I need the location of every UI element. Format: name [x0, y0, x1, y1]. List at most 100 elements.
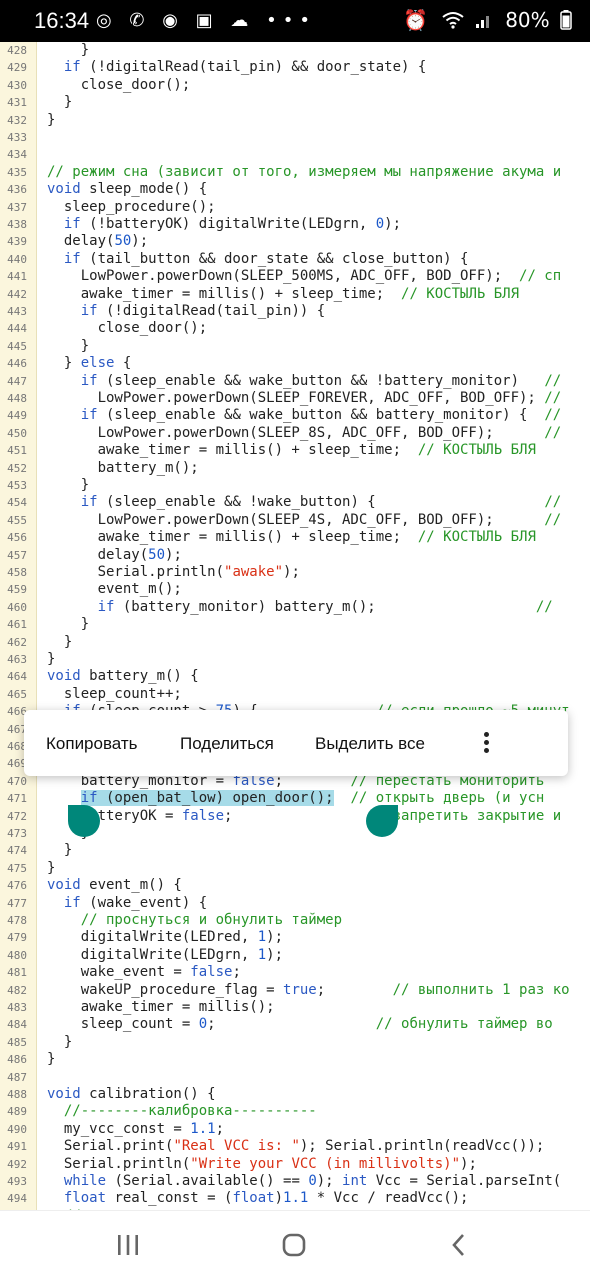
code-line[interactable]: 444 close_door();: [0, 320, 590, 337]
code-text: }: [47, 338, 89, 355]
code-line[interactable]: 434: [0, 146, 590, 163]
code-line[interactable]: 437 sleep_procedure();: [0, 199, 590, 216]
code-line[interactable]: 474 }: [0, 842, 590, 859]
code-line[interactable]: 487: [0, 1069, 590, 1086]
share-button[interactable]: Поделиться: [180, 734, 274, 754]
code-line[interactable]: 460 if (battery_monitor) battery_m(); //: [0, 599, 590, 616]
code-line[interactable]: 492 Serial.println("Write your VCC (in m…: [0, 1156, 590, 1173]
code-line[interactable]: 431 }: [0, 94, 590, 111]
code-line[interactable]: 438 if (!batteryOK) digitalWrite(LEDgrn,…: [0, 216, 590, 233]
code-line[interactable]: 445 }: [0, 338, 590, 355]
code-line[interactable]: 484 sleep_count = 0; // обнулить таймер …: [0, 1016, 590, 1033]
code-text: awake_timer = millis();: [47, 999, 275, 1016]
line-number: 428: [7, 44, 27, 57]
code-text: if (!batteryOK) digitalWrite(LEDgrn, 0);: [47, 216, 401, 233]
line-number: 484: [7, 1018, 27, 1032]
code-line[interactable]: 482 wakeUP_procedure_flag = true; // вып…: [0, 982, 590, 999]
code-line[interactable]: 464 void battery_m() {: [0, 668, 590, 685]
code-text: while (Serial.available() == 0); int Vcc…: [47, 1173, 561, 1190]
recents-icon[interactable]: [108, 1231, 148, 1261]
code-text: }: [47, 860, 55, 877]
line-number: 485: [7, 1035, 27, 1049]
code-text: }: [47, 616, 89, 633]
code-line[interactable]: 493 while (Serial.available() == 0); int…: [0, 1173, 590, 1190]
select-all-button[interactable]: Выделить все: [315, 734, 425, 754]
code-token: 50: [148, 546, 166, 563]
copy-button[interactable]: Копировать: [46, 734, 138, 754]
code-line[interactable]: 432}: [0, 112, 590, 129]
battery-percent: 80%: [505, 8, 550, 32]
code-line[interactable]: 481 wake_event = false;: [0, 964, 590, 981]
line-number: 433: [7, 131, 27, 144]
code-line[interactable]: 435 // режим сна (зависит от того, измеря…: [0, 164, 590, 181]
code-line[interactable]: 449 if (sleep_enable && wake_button && b…: [0, 407, 590, 424]
selected-code-token: if: [80, 790, 98, 807]
code-line[interactable]: 448 LowPower.powerDown(SLEEP_FOREVER, AD…: [0, 390, 590, 407]
code-line[interactable]: 479 digitalWrite(LEDred, 1);: [0, 929, 590, 946]
code-line[interactable]: 430 close_door();: [0, 77, 590, 94]
code-line[interactable]: 452 battery_m();: [0, 460, 590, 477]
code-token: //--------калибровка----------: [63, 1103, 317, 1120]
code-line[interactable]: 441 LowPower.powerDown(SLEEP_500MS, ADC_…: [0, 268, 590, 285]
code-line[interactable]: 485 }: [0, 1034, 590, 1051]
code-line[interactable]: 429 if (!digitalRead(tail_pin) && door_s…: [0, 59, 590, 76]
code-line[interactable]: 439 delay(50);: [0, 233, 590, 250]
code-line[interactable]: 486}: [0, 1051, 590, 1068]
code-line[interactable]: 465 sleep_count++;: [0, 686, 590, 703]
code-line[interactable]: 440 if (tail_button && door_state && clo…: [0, 251, 590, 268]
back-icon[interactable]: [440, 1231, 480, 1261]
code-line[interactable]: 436 void sleep_mode() {: [0, 181, 590, 198]
code-line[interactable]: 477 if (wake_event) {: [0, 895, 590, 912]
code-line[interactable]: 428 }: [0, 42, 590, 59]
code-text: delay(50);: [47, 233, 148, 250]
selection-end-handle[interactable]: [366, 805, 398, 837]
code-text: if (battery_monitor) battery_m(); //: [47, 599, 553, 616]
code-text: close_door();: [47, 320, 208, 337]
code-line[interactable]: 478 // проснуться и обнулить таймер: [0, 912, 590, 929]
code-text: if (!digitalRead(tail_pin)) {: [47, 303, 325, 320]
code-line[interactable]: 442 awake_timer = millis() + sleep_time;…: [0, 286, 590, 303]
line-number: 471: [7, 792, 27, 806]
code-token: if: [80, 303, 98, 319]
code-line[interactable]: 491 Serial.print("Real VCC is: "); Seria…: [0, 1138, 590, 1155]
code-token: void: [47, 877, 81, 894]
code-line[interactable]: 489 //--------калибровка----------: [0, 1103, 590, 1120]
code-line[interactable]: 480 digitalWrite(LEDgrn, 1);: [0, 947, 590, 964]
code-token: ); Serial.println(readVcc());: [299, 1138, 545, 1155]
code-line[interactable]: 488 void calibration() {: [0, 1086, 590, 1103]
code-line[interactable]: 463}: [0, 651, 590, 668]
code-line[interactable]: 433: [0, 129, 590, 146]
code-line[interactable]: 458 Serial.println("awake");: [0, 564, 590, 581]
selection-start-handle[interactable]: [68, 805, 100, 837]
code-line[interactable]: 447 if (sleep_enable && wake_button && !…: [0, 373, 590, 390]
code-line[interactable]: 483 awake_timer = millis();: [0, 999, 590, 1016]
code-line[interactable]: 453 }: [0, 477, 590, 494]
code-line[interactable]: 457 delay(50);: [0, 547, 590, 564]
code-text: awake_timer = millis() + sleep_time; // …: [47, 442, 536, 459]
code-line[interactable]: 462 }: [0, 634, 590, 651]
home-icon[interactable]: [274, 1231, 314, 1261]
code-line[interactable]: 459 event_m();: [0, 581, 590, 598]
code-line[interactable]: 450 LowPower.powerDown(SLEEP_8S, ADC_OFF…: [0, 425, 590, 442]
code-line[interactable]: 455 LowPower.powerDown(SLEEP_4S, ADC_OFF…: [0, 512, 590, 529]
code-token: //: [544, 407, 562, 424]
code-line[interactable]: 490 my_vcc_const = 1.1;: [0, 1121, 590, 1138]
code-token: //: [544, 424, 562, 441]
code-line[interactable]: 446 } else {: [0, 355, 590, 372]
code-line[interactable]: 475}: [0, 860, 590, 877]
code-token: }: [47, 111, 56, 128]
code-line[interactable]: 456 awake_timer = millis() + sleep_time;…: [0, 529, 590, 546]
code-line[interactable]: 454 if (sleep_enable && !wake_button) { …: [0, 494, 590, 511]
line-number: 491: [7, 1140, 27, 1154]
code-line[interactable]: 476 void event_m() {: [0, 877, 590, 894]
code-editor[interactable]: 428 } 429 if (!digitalRead(tail_pin) && d…: [0, 42, 590, 1210]
code-line[interactable]: 461 }: [0, 616, 590, 633]
more-vertical-icon[interactable]: [476, 726, 496, 760]
status-bar: 16:34 ◎ ✆ ◉ ▣ ☁ ••• ⏰ 80%: [0, 0, 590, 42]
code-line[interactable]: 451 awake_timer = millis() + sleep_time;…: [0, 442, 590, 459]
code-line[interactable]: 494 float real_const = (float)1.1 * Vcc …: [0, 1190, 590, 1207]
code-line[interactable]: 443 if (!digitalRead(tail_pin)) {: [0, 303, 590, 320]
code-token: (wake_event) {: [80, 894, 208, 911]
